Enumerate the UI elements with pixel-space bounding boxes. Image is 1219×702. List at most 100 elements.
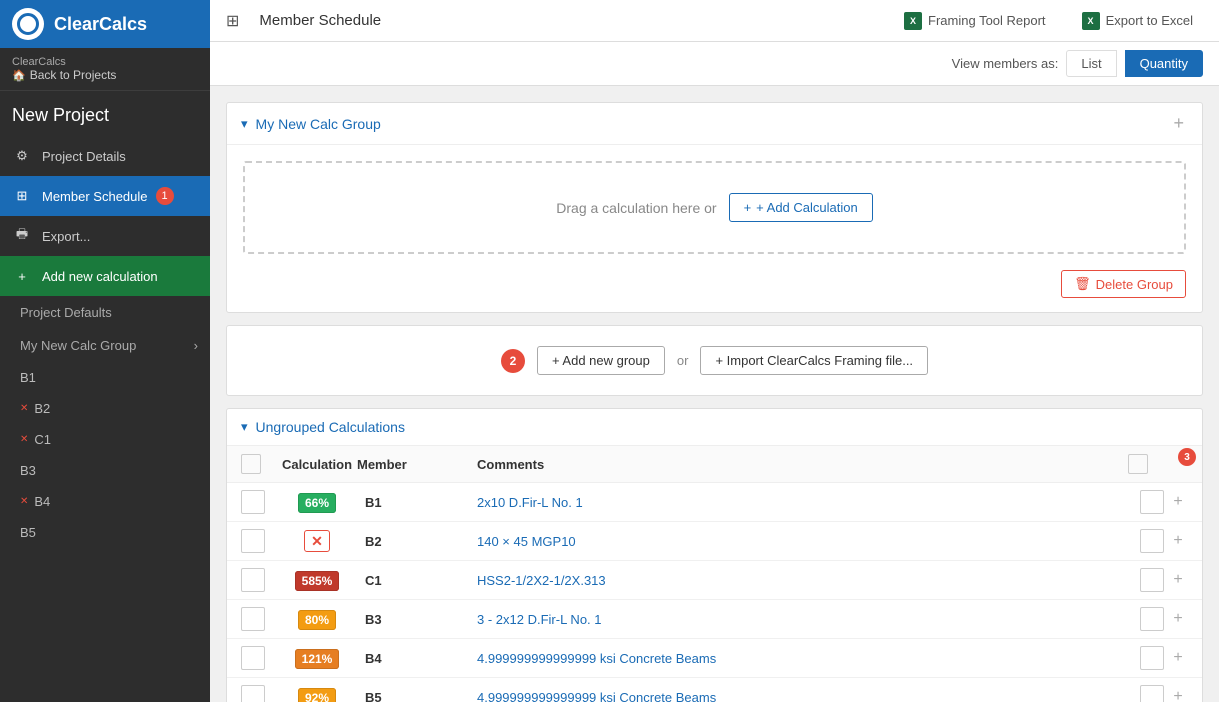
excel-icon-framing: X [904, 12, 922, 30]
row-checkbox-b2[interactable] [1140, 529, 1164, 553]
ungrouped-chevron-icon[interactable]: ▾ [241, 419, 248, 435]
sidebar-calc-c1[interactable]: ✕ C1 [0, 424, 210, 455]
topbar-grid-icon: ⊞ [226, 11, 239, 31]
view-bar: View members as: List Quantity [210, 42, 1219, 86]
back-to-projects[interactable]: ClearCalcs Back to Projects [0, 48, 210, 91]
sidebar-calc-b2[interactable]: ✕ B2 [0, 393, 210, 424]
row-add-c1[interactable]: + [1168, 571, 1188, 589]
framing-tool-report-button[interactable]: X Framing Tool Report [894, 7, 1056, 35]
quantity-view-button[interactable]: Quantity [1125, 50, 1203, 77]
table-header: Calculation Member Comments 3 [227, 446, 1202, 483]
row-add-b2[interactable]: + [1168, 532, 1188, 550]
sidebar-calc-b1[interactable]: B1 [0, 362, 210, 393]
table-row: 92% B5 4.999999999999999 ksi Concrete Be… [227, 678, 1202, 702]
drop-zone-text: Drag a calculation here or [556, 200, 716, 216]
list-view-button[interactable]: List [1066, 50, 1116, 77]
add-calc-btn-label: + Add Calculation [756, 200, 858, 215]
row-add-b3[interactable]: + [1168, 610, 1188, 628]
add-new-group-button[interactable]: + Add new group [537, 346, 665, 375]
trash-icon-group: 🗑 [1074, 276, 1091, 292]
sidebar-item-project-details[interactable]: ⚙ Project Details [0, 136, 210, 176]
row-check-c1[interactable] [241, 568, 277, 592]
export-to-excel-button[interactable]: X Export to Excel [1072, 7, 1203, 35]
import-label: + Import ClearCalcs Framing file... [715, 353, 913, 368]
sidebar-item-export[interactable]: 🖶 Export... [0, 216, 210, 256]
ungrouped-title: Ungrouped Calculations [256, 419, 405, 435]
import-framing-button[interactable]: + Import ClearCalcs Framing file... [700, 346, 928, 375]
sidebar-item-project-defaults[interactable]: Project Defaults [0, 296, 210, 329]
member-b1[interactable]: B1 [357, 495, 477, 510]
error-icon-b2: ✕ [20, 403, 28, 414]
member-b3[interactable]: B3 [357, 612, 477, 627]
member-c1[interactable]: C1 [357, 573, 477, 588]
desc-b3[interactable]: 3 - 2x12 D.Fir-L No. 1 [477, 612, 1128, 627]
row-actions-b4: + [1128, 646, 1188, 670]
ungrouped-section: ▾ Ungrouped Calculations Calculation Mem… [226, 408, 1203, 702]
add-group-section: 2 + Add new group or + Import ClearCalcs… [226, 325, 1203, 396]
member-b4[interactable]: B4 [357, 651, 477, 666]
sidebar-calc-b3[interactable]: B3 [0, 455, 210, 486]
col-action-check[interactable] [1128, 454, 1148, 474]
row-checkbox-b3[interactable] [1140, 607, 1164, 631]
desc-c1[interactable]: HSS2-1/2X2-1/2X.313 [477, 573, 1128, 588]
row-checkbox-c1[interactable] [1140, 568, 1164, 592]
check-all-box[interactable] [241, 454, 261, 474]
row-check-b4[interactable] [241, 646, 277, 670]
delete-group-button[interactable]: 🗑 Delete Group [1061, 270, 1186, 298]
status-badge-b2: ✕ [277, 533, 357, 550]
row-add-b5[interactable]: + [1168, 688, 1188, 702]
desc-b4[interactable]: 4.999999999999999 ksi Concrete Beams [477, 651, 1128, 666]
row-checkbox-b1[interactable] [1140, 490, 1164, 514]
export-excel-label: Export to Excel [1106, 13, 1193, 28]
row-check-b1[interactable] [241, 490, 277, 514]
view-label: View members as: [952, 56, 1059, 71]
row-add-b1[interactable]: + [1168, 493, 1188, 511]
plus-icon: + [12, 266, 32, 286]
sidebar-item-member-schedule[interactable]: ⊞ Member Schedule 1 [0, 176, 210, 216]
row-add-b4[interactable]: + [1168, 649, 1188, 667]
project-name: New Project [0, 91, 210, 136]
nav-label-project-details: Project Details [42, 149, 126, 164]
status-badge-c1: 585% [277, 573, 357, 588]
logo-inner [17, 13, 39, 35]
row-check-b3[interactable] [241, 607, 277, 631]
company-name: ClearCalcs [12, 56, 198, 68]
row-actions-b1: + [1128, 490, 1188, 514]
status-c1: 585% [295, 571, 340, 591]
status-b4: 121% [295, 649, 340, 669]
member-b5[interactable]: B5 [357, 690, 477, 702]
sidebar-item-my-new-calc-group[interactable]: My New Calc Group › [0, 329, 210, 362]
drop-zone: Drag a calculation here or + + Add Calcu… [243, 161, 1186, 254]
sidebar-calc-b5[interactable]: B5 [0, 517, 210, 548]
calc-group-section: ▾ My New Calc Group + Drag a calculation… [226, 102, 1203, 313]
row-checkbox-b5[interactable] [1140, 685, 1164, 702]
status-b1: 66% [298, 493, 336, 513]
delete-group-label: Delete Group [1096, 277, 1173, 292]
chevron-right-icon: › [194, 338, 198, 353]
row-check-b5[interactable] [241, 685, 277, 702]
logo [12, 8, 44, 40]
desc-b2[interactable]: 140 × 45 MGP10 [477, 534, 1128, 549]
add-new-calculation-button[interactable]: + Add new calculation [0, 256, 210, 296]
my-new-calc-group-label: My New Calc Group [20, 338, 136, 353]
add-calculation-button[interactable]: + + Add Calculation [729, 193, 873, 222]
sidebar-calc-b1-label: B1 [20, 370, 36, 385]
row-checkbox-b4[interactable] [1140, 646, 1164, 670]
chevron-down-icon[interactable]: ▾ [241, 116, 248, 132]
status-badge-b4: 121% [277, 651, 357, 666]
row-check-b2[interactable] [241, 529, 277, 553]
add-to-group-button[interactable]: + [1169, 113, 1188, 134]
status-badge-b1: 66% [277, 495, 357, 510]
status-b3: 80% [298, 610, 336, 630]
member-b2[interactable]: B2 [357, 534, 477, 549]
desc-b1[interactable]: 2x10 D.Fir-L No. 1 [477, 495, 1128, 510]
ungrouped-header: ▾ Ungrouped Calculations [227, 409, 1202, 446]
desc-b5[interactable]: 4.999999999999999 ksi Concrete Beams [477, 690, 1128, 702]
sidebar-calc-b4[interactable]: ✕ B4 [0, 486, 210, 517]
add-calc-label: Add new calculation [42, 269, 158, 284]
print-icon: 🖶 [12, 226, 32, 246]
sidebar: ClearCalcs ClearCalcs Back to Projects N… [0, 0, 210, 702]
table-row: 80% B3 3 - 2x12 D.Fir-L No. 1 + [227, 600, 1202, 639]
table-row: ✕ B2 140 × 45 MGP10 + [227, 522, 1202, 561]
back-link-text: Back to Projects [12, 68, 198, 82]
